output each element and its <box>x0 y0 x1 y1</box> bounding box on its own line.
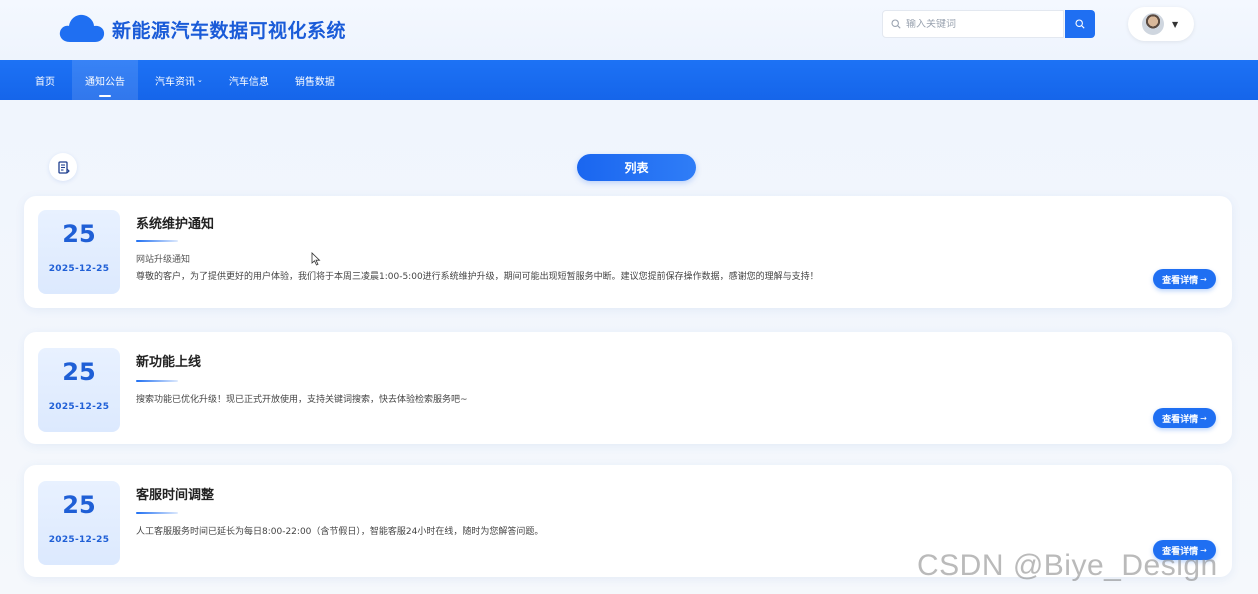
app-title: 新能源汽车数据可视化系统 <box>112 20 347 42</box>
arrow-right-icon: → <box>1200 274 1207 284</box>
search-button[interactable] <box>1065 10 1095 38</box>
search-input[interactable] <box>906 18 1046 30</box>
chevron-down-icon: ⌄ <box>197 76 203 84</box>
nav-item-label: 汽车资讯 <box>155 76 195 88</box>
nav-item-car-news[interactable]: 汽车资讯 ⌄ <box>146 60 212 100</box>
watermark: CSDN @Biye_Design <box>917 549 1218 582</box>
main-nav: 首页 通知公告 汽车资讯 ⌄ 汽车信息 销售数据 <box>0 60 1258 100</box>
date-badge: 25 2025-12-25 <box>38 348 120 432</box>
date-badge: 25 2025-12-25 <box>38 481 120 565</box>
notice-subtitle: 网站升级通知 <box>136 255 191 265</box>
notice-title: 系统维护通知 <box>136 217 215 232</box>
nav-item-label: 汽车信息 <box>228 76 269 88</box>
notice-body: 搜索功能已优化升级！现已正式开放使用，支持关键词搜索，快去体验检索服务吧~ <box>136 395 468 405</box>
notice-body: 人工客服服务时间已延长为每日8:00-22:00（含节假日），智能客服24小时在… <box>136 527 544 537</box>
nav-item-label: 首页 <box>35 76 55 88</box>
notice-title: 客服时间调整 <box>136 488 215 503</box>
date-day: 25 <box>62 491 96 519</box>
search-box[interactable] <box>882 10 1064 38</box>
notice-card[interactable]: 25 2025-12-25 系统维护通知 网站升级通知 尊敬的客户，为了提供更好… <box>24 196 1232 308</box>
date-full: 2025-12-25 <box>48 402 110 412</box>
tab-list[interactable]: 列表 <box>577 154 696 181</box>
date-full: 2025-12-25 <box>48 535 110 545</box>
search-icon <box>1075 19 1085 29</box>
date-badge: 25 2025-12-25 <box>38 210 120 294</box>
notice-body: 尊敬的客户，为了提供更好的用户体验，我们将于本周三凌晨1:00-5:00进行系统… <box>136 272 819 282</box>
date-full: 2025-12-25 <box>48 264 110 274</box>
nav-item-label: 通知公告 <box>85 76 125 88</box>
notice-card[interactable]: 25 2025-12-25 新功能上线 搜索功能已优化升级！现已正式开放使用，支… <box>24 332 1232 444</box>
nav-item-home[interactable]: 首页 <box>26 60 64 100</box>
nav-item-label: 销售数据 <box>294 76 335 88</box>
view-details-label: 查看详情 <box>1162 275 1199 286</box>
view-details-button[interactable]: 查看详情 → <box>1153 408 1216 428</box>
arrow-right-icon: → <box>1200 413 1207 423</box>
document-list-icon <box>57 160 70 174</box>
notice-title: 新功能上线 <box>136 355 202 370</box>
user-menu[interactable]: ▼ <box>1128 7 1194 41</box>
list-view-button[interactable] <box>49 153 77 181</box>
date-day: 25 <box>62 358 96 386</box>
caret-down-icon: ▼ <box>1172 19 1179 29</box>
date-day: 25 <box>62 220 96 248</box>
view-details-button[interactable]: 查看详情 → <box>1153 269 1216 289</box>
mouse-cursor-icon <box>311 252 321 266</box>
search-icon <box>891 19 901 29</box>
nav-item-sales-data[interactable]: 销售数据 <box>286 60 344 100</box>
cloud-logo-icon <box>59 14 105 42</box>
title-underline <box>136 512 178 514</box>
view-details-label: 查看详情 <box>1162 414 1199 425</box>
title-underline <box>136 380 178 382</box>
nav-item-notices[interactable]: 通知公告 <box>72 60 138 100</box>
nav-item-car-info[interactable]: 汽车信息 <box>220 60 278 100</box>
title-underline <box>136 240 178 242</box>
avatar <box>1142 13 1164 35</box>
header: 新能源汽车数据可视化系统 ▼ <box>0 0 1258 60</box>
